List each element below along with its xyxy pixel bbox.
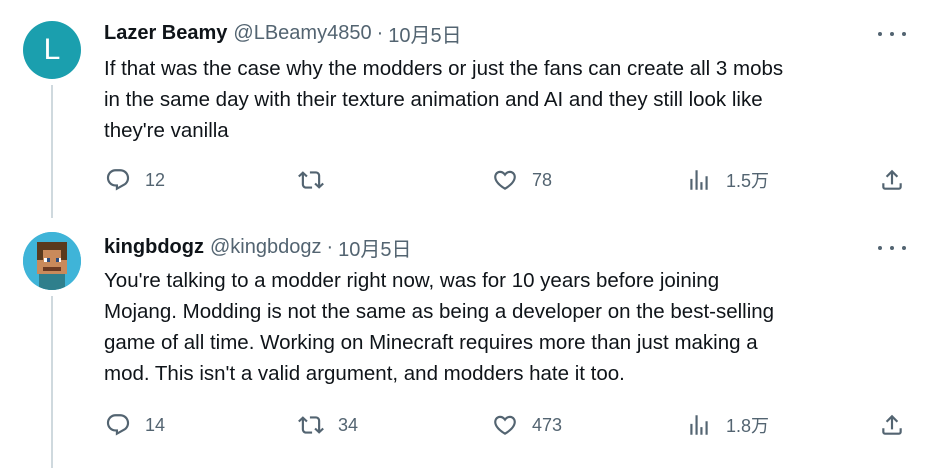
thread-line: [51, 85, 53, 218]
views-count: 1.5万: [726, 171, 770, 191]
tweet-date[interactable]: 10月5日: [338, 233, 411, 262]
share-icon: [882, 414, 902, 435]
retweet-count: 34: [338, 414, 359, 435]
avatar[interactable]: L: [23, 21, 81, 79]
avatar-letter: L: [43, 33, 61, 66]
retweet-button[interactable]: [298, 165, 338, 195]
tweet-text: If that was the case why the modders or …: [104, 57, 784, 142]
user-handle[interactable]: @kingbdogz: [210, 236, 321, 259]
user-handle[interactable]: @LBeamy4850: [233, 22, 371, 45]
like-button[interactable]: 78: [492, 165, 552, 195]
tweet-lazer-beamy[interactable]: L Lazer Beamy @LBeamy4850 · 10月5日 If tha…: [0, 0, 932, 218]
more-options-icon[interactable]: [878, 24, 906, 44]
heart-icon: [494, 415, 516, 435]
reply-icon: [106, 169, 130, 191]
tweet-header: Lazer Beamy @LBeamy4850 · 10月5日: [104, 19, 462, 48]
share-button[interactable]: [879, 410, 905, 440]
action-bar: 14 34 473 1.8万: [0, 410, 932, 440]
retweet-button[interactable]: 34: [298, 410, 358, 440]
share-icon: [882, 169, 902, 190]
views-count: 1.8万: [726, 416, 770, 436]
more-options-icon[interactable]: [878, 238, 906, 258]
reply-count: 12: [145, 169, 166, 190]
avatar[interactable]: [23, 232, 81, 290]
retweet-icon: [298, 416, 324, 434]
thread-line: [51, 296, 53, 468]
display-name[interactable]: Lazer Beamy: [104, 22, 227, 45]
reply-count: 14: [145, 414, 166, 435]
separator: ·: [326, 235, 334, 258]
views-chart-icon: [690, 170, 708, 190]
like-count: 473: [532, 414, 563, 435]
like-count: 78: [532, 169, 553, 190]
views-chart-icon: [690, 415, 708, 435]
separator: ·: [376, 21, 384, 44]
reply-icon: [106, 414, 130, 436]
reply-button[interactable]: 14: [105, 410, 165, 440]
action-bar: 12 78 1.5万: [0, 165, 932, 195]
tweet-date[interactable]: 10月5日: [388, 19, 461, 48]
tweet-kingbdogz[interactable]: kingbdogz @kingbdogz · 10月5日 You're talk…: [0, 218, 932, 468]
like-button[interactable]: 473: [492, 410, 562, 440]
retweet-icon: [298, 171, 324, 189]
reply-button[interactable]: 12: [105, 165, 165, 195]
heart-icon: [494, 170, 516, 190]
views-button[interactable]: 1.5万: [686, 165, 769, 195]
views-button[interactable]: 1.8万: [686, 410, 769, 440]
minecraft-avatar-icon: [23, 232, 81, 290]
display-name[interactable]: kingbdogz: [104, 236, 204, 259]
share-button[interactable]: [879, 165, 905, 195]
tweet-header: kingbdogz @kingbdogz · 10月5日: [104, 233, 412, 262]
tweet-text: You're talking to a modder right now, wa…: [104, 269, 775, 385]
